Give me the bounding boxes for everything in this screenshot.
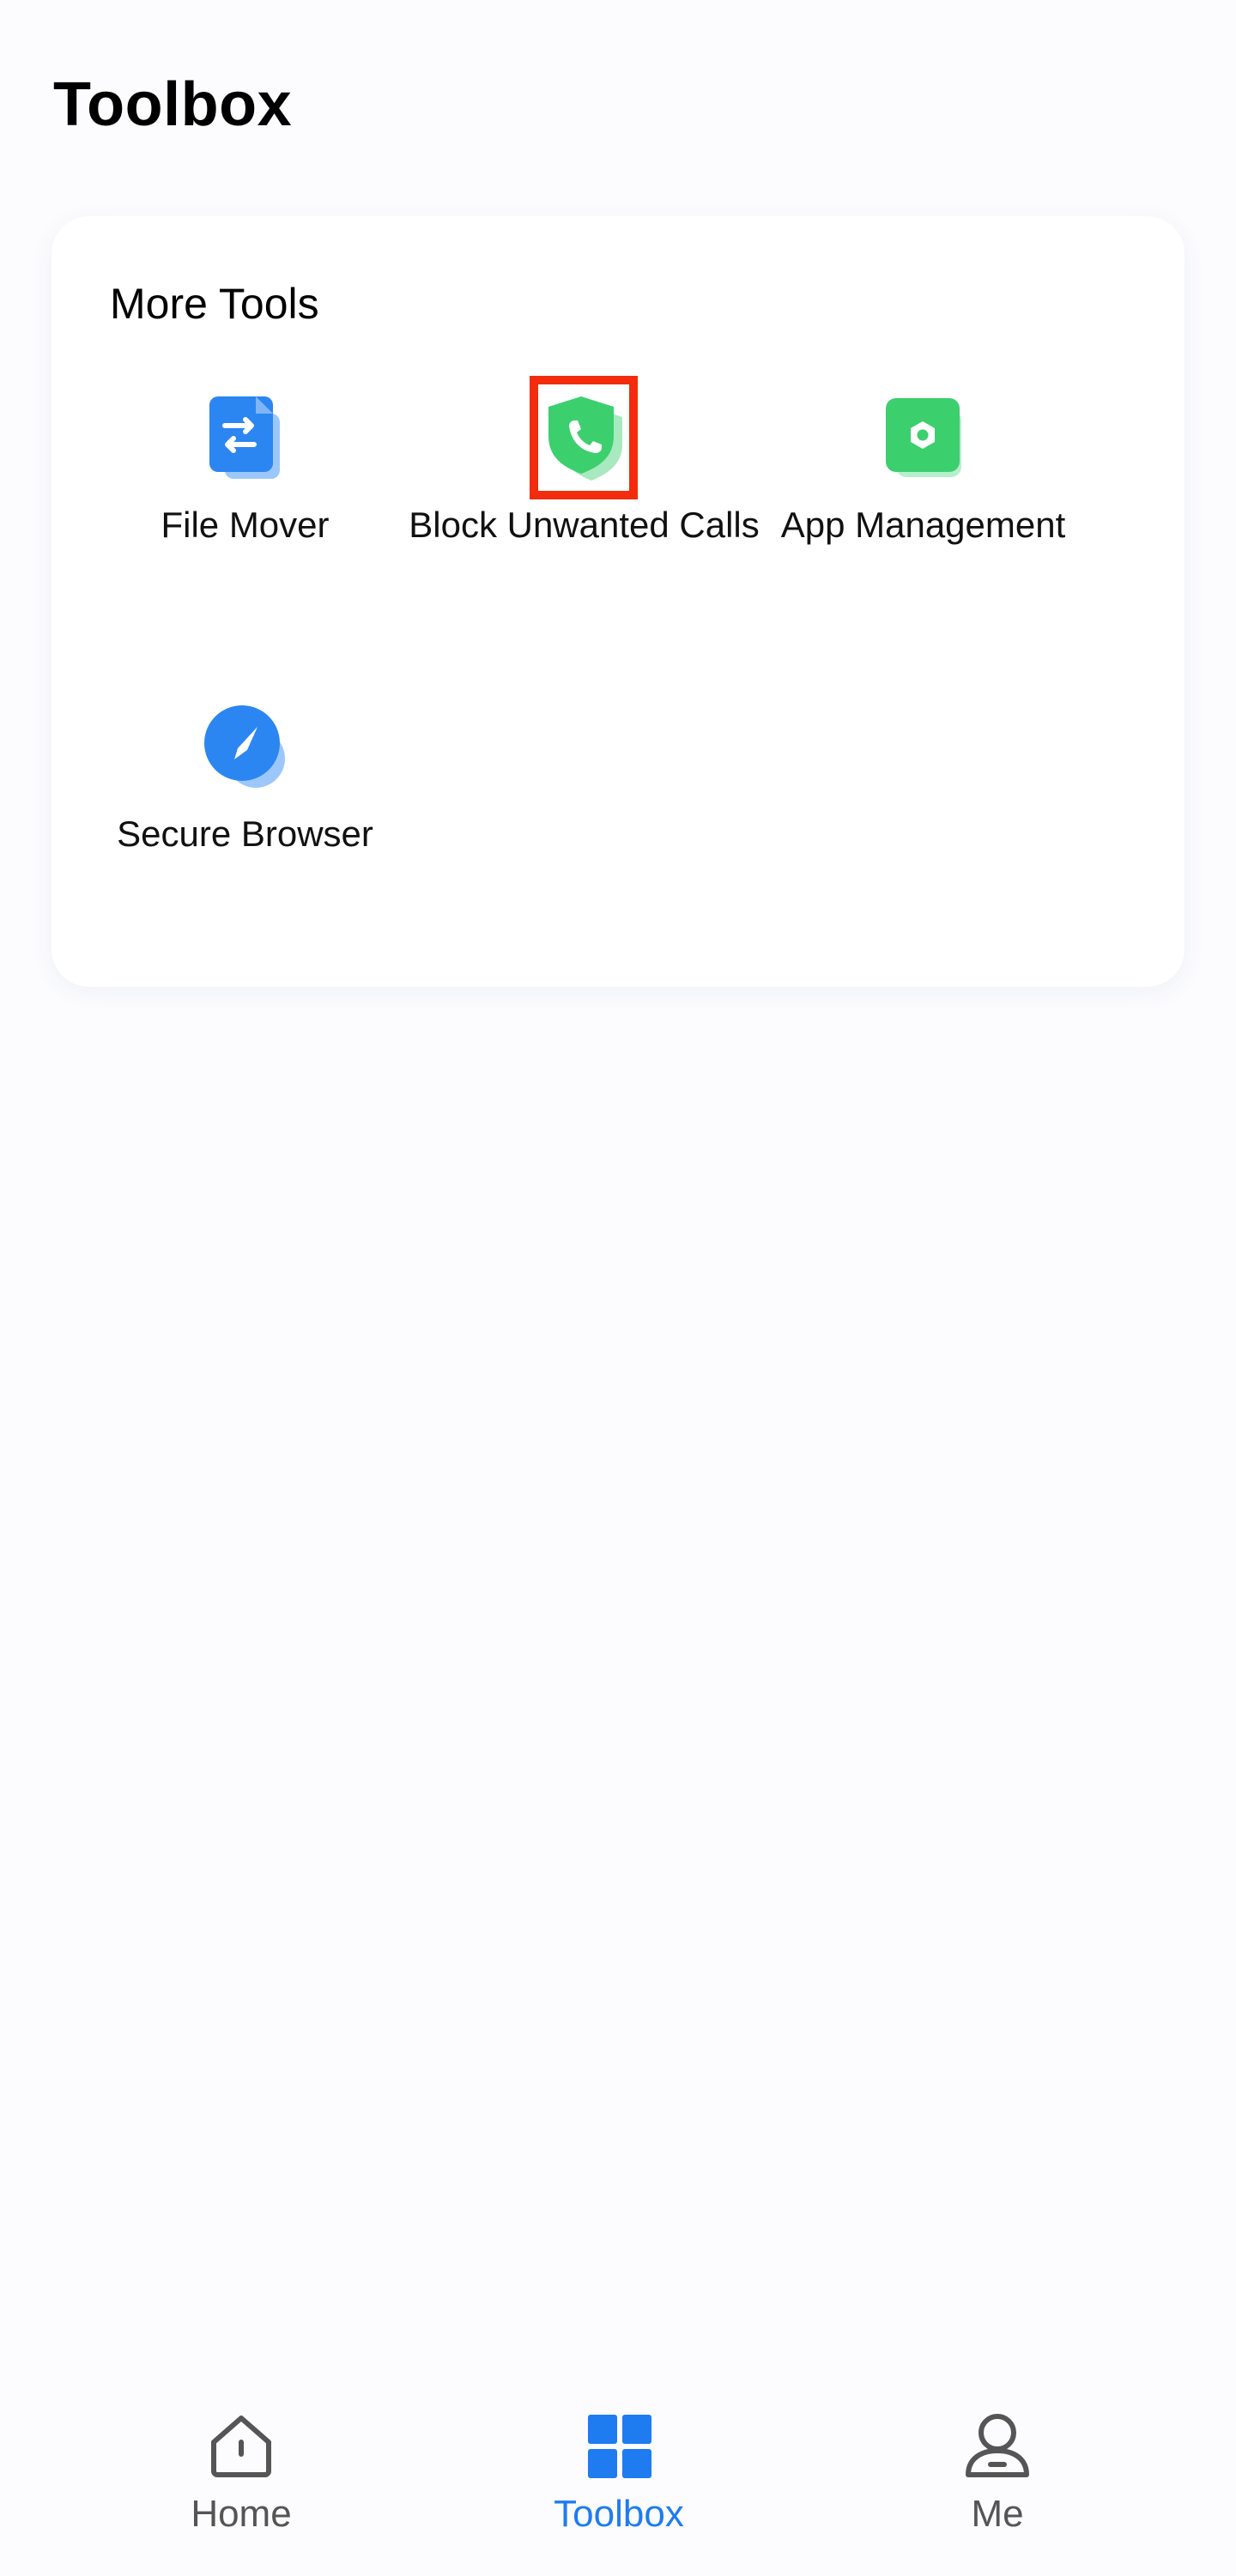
file-mover-icon	[203, 395, 288, 481]
grid-icon	[588, 2415, 651, 2478]
nav-me[interactable]: Me	[877, 2411, 1118, 2557]
tool-label: App Management	[780, 505, 1066, 545]
nav-label: Home	[191, 2493, 292, 2535]
nav-label: Me	[971, 2493, 1024, 2535]
person-icon	[966, 2414, 1029, 2477]
home-icon	[211, 2416, 271, 2477]
selection-highlight	[529, 376, 638, 499]
more-tools-card: More Tools File Mover Block Unwanted Cal…	[52, 216, 1184, 987]
tool-secure-browser[interactable]: Secure Browser	[76, 704, 415, 854]
page-title: Toolbox	[53, 70, 293, 139]
nav-label: Toolbox	[554, 2493, 684, 2535]
tool-label: Secure Browser	[117, 813, 373, 854]
nav-toolbox[interactable]: Toolbox	[499, 2411, 739, 2557]
tool-app-management[interactable]: App Management	[754, 395, 1093, 545]
section-title: More Tools	[110, 280, 319, 328]
tool-file-mover[interactable]: File Mover	[76, 395, 415, 545]
tool-block-unwanted-calls[interactable]: Block Unwanted Calls	[409, 376, 760, 584]
bottom-navigation: Home Toolbox Me	[0, 2368, 1236, 2576]
tool-label: Block Unwanted Calls	[409, 505, 760, 545]
app-management-icon	[881, 395, 966, 481]
tool-label: File Mover	[161, 505, 330, 545]
call-shield-icon	[529, 376, 638, 499]
nav-home[interactable]: Home	[121, 2411, 361, 2557]
compass-icon	[203, 704, 288, 789]
